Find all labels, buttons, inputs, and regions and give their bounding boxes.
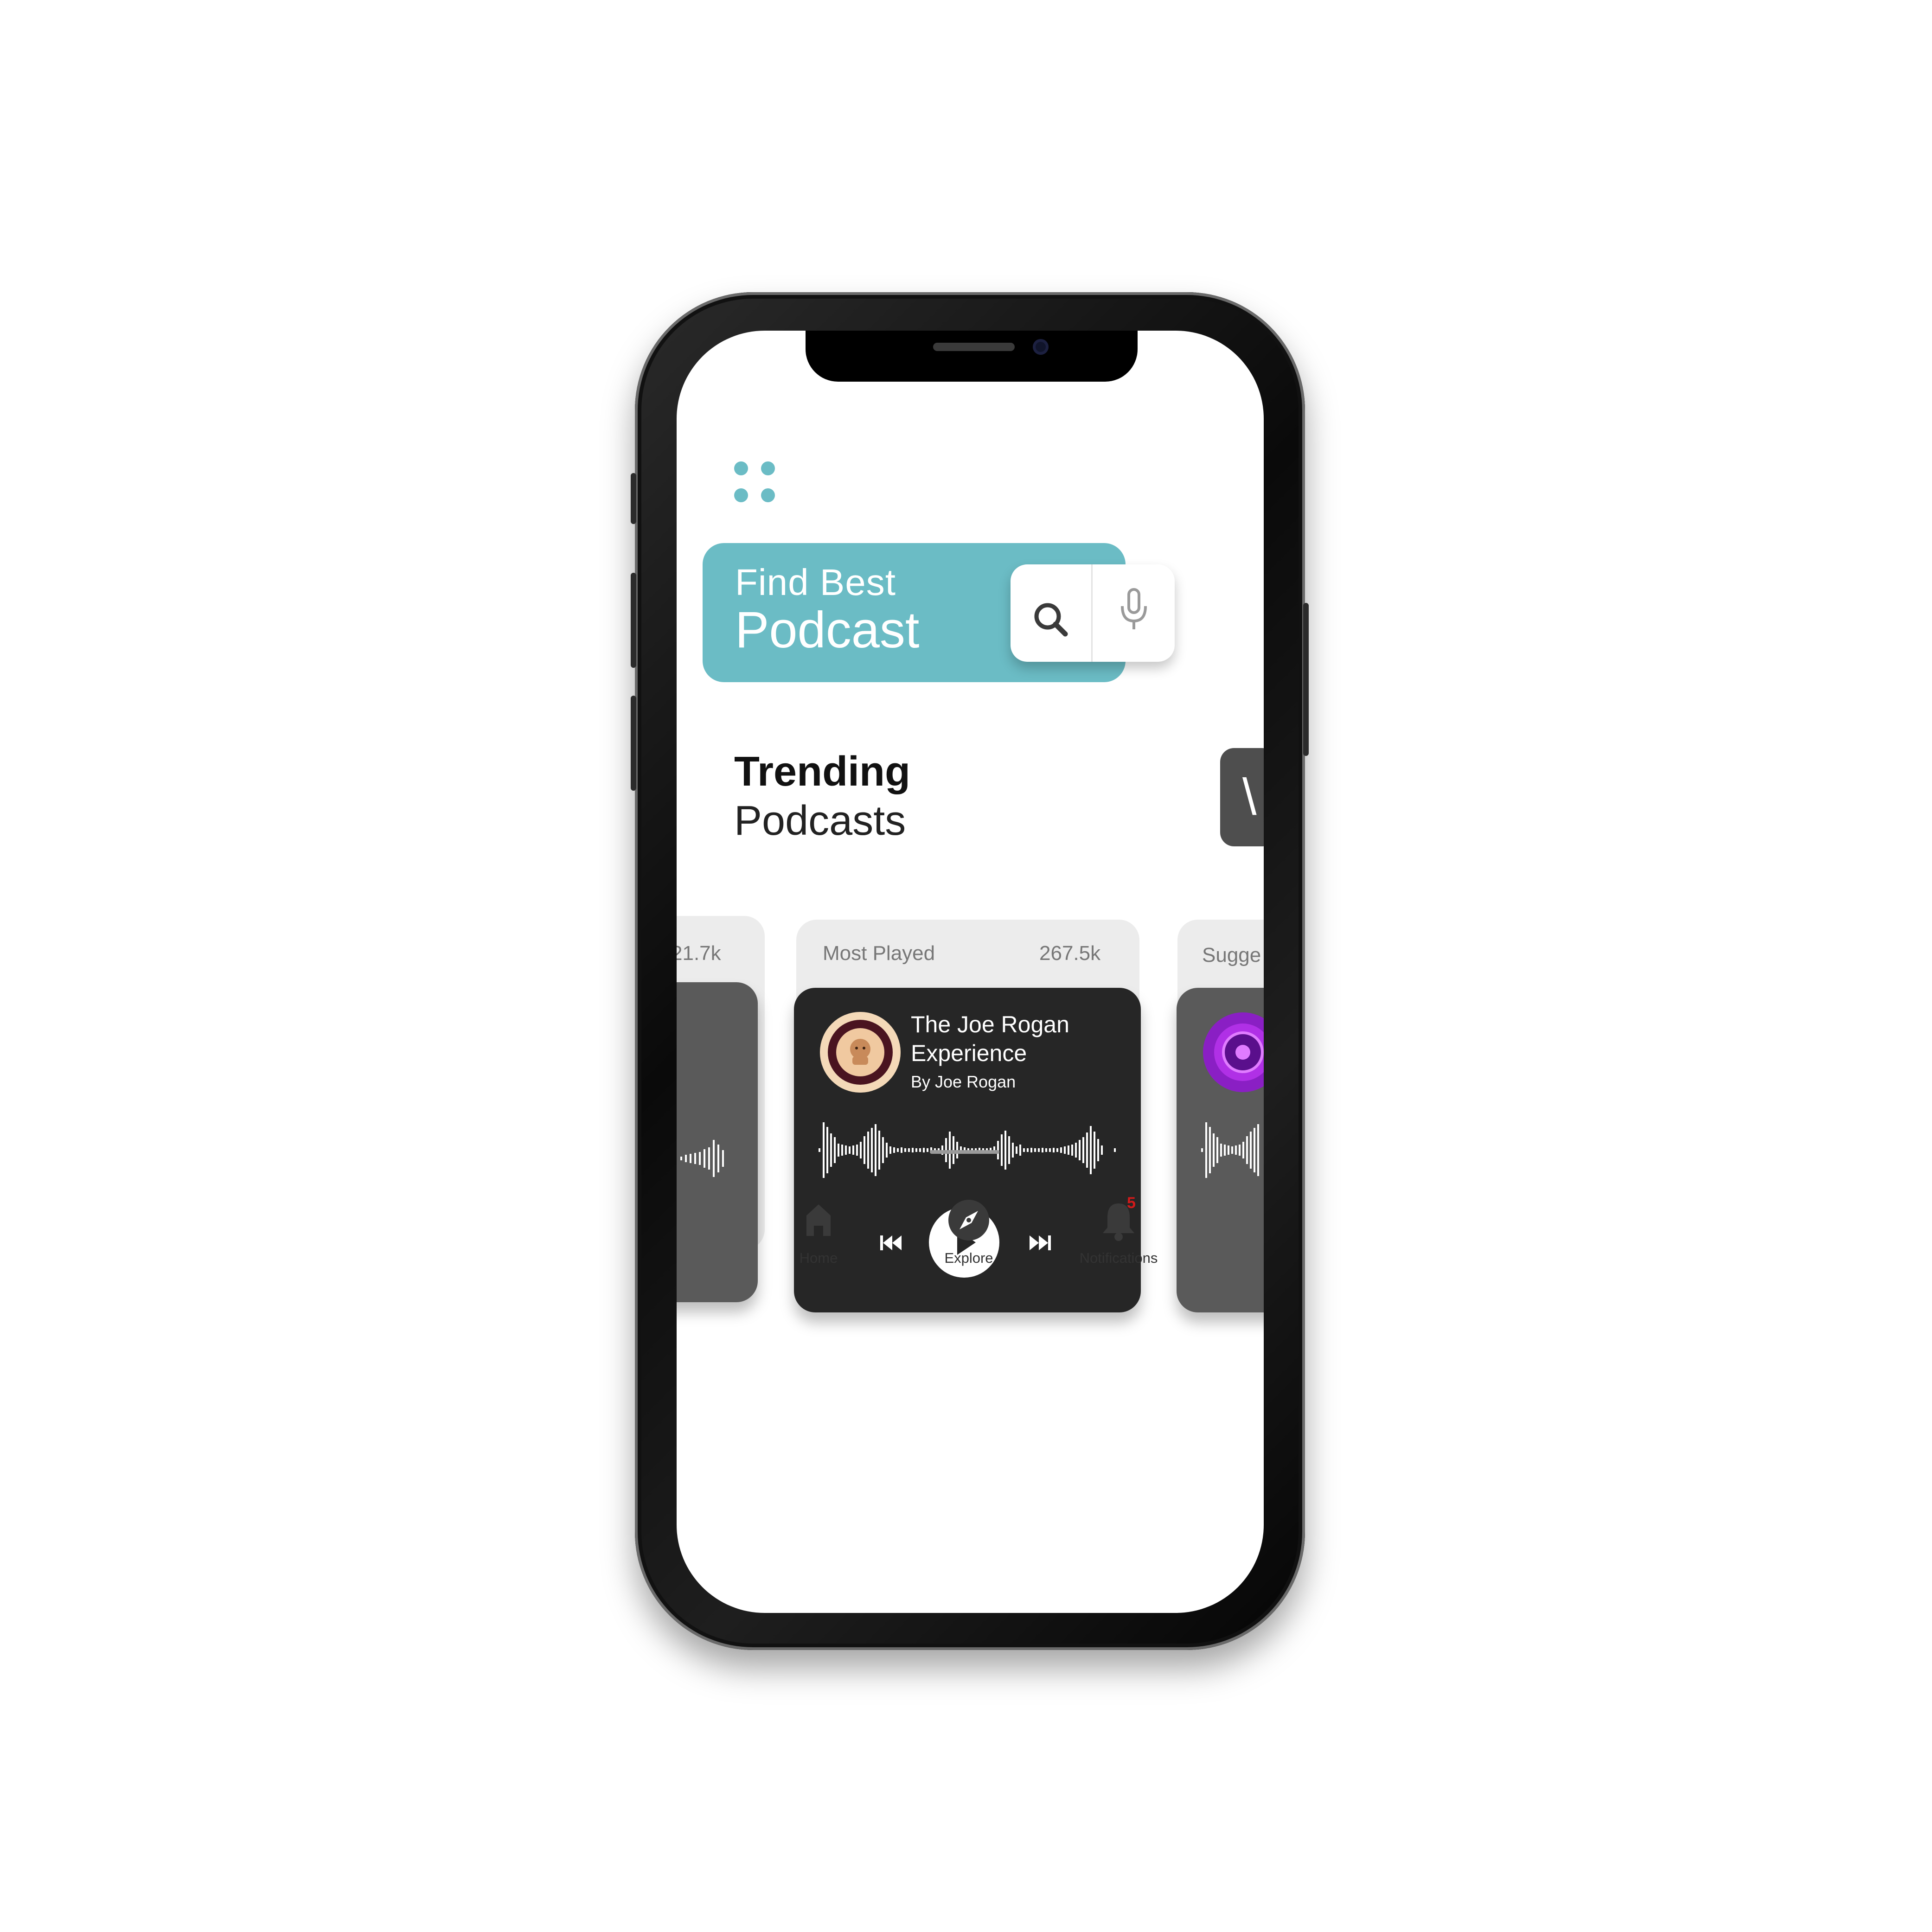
compass-icon [948,1200,989,1241]
podcast-card-right-category: Sugge [1202,944,1261,966]
skip-previous-icon-right [1260,1224,1264,1261]
earpiece-speaker [933,343,1015,351]
podcast-card-left[interactable] [677,982,758,1302]
search-icon [1034,603,1068,637]
podcast-card-category: Most Played [823,942,935,965]
microphone-icon [1121,588,1147,629]
voice-search-button[interactable] [1093,564,1175,662]
search-heading-line2: Podcast [735,601,920,659]
waveform-left [680,1140,724,1177]
podcast-avatar [820,1012,901,1093]
front-camera [1033,339,1049,355]
podcast-author: By Joe Rogan [911,1072,1016,1091]
search-heading-line1: Find Best [735,562,896,603]
section-title-bold: Trending [734,748,910,795]
active-nav-indicator [930,1150,999,1154]
home-icon [806,1204,831,1236]
podcast-card-count: 267.5k [1039,942,1101,965]
skip-previous-button[interactable] [873,1224,910,1264]
app-screen: Find Best Podcast Trending Podcasts \ 21… [677,331,1264,1613]
podcast-logo-image [820,1012,901,1093]
podcast-card-right[interactable] [1177,988,1264,1312]
mute-switch [631,473,636,524]
nav-label-notifications: Notifications [1079,1250,1158,1266]
nav-item-home[interactable]: Home [768,1193,870,1281]
podcast-card-left-count: 21.7k [677,942,721,965]
grid-dots-icon[interactable] [734,461,775,502]
view-all-button[interactable]: \ [1220,748,1264,846]
nav-item-explore[interactable]: Explore [918,1193,1020,1281]
search-action-box [1011,564,1175,662]
volume-up-button [631,573,636,668]
nav-label-explore: Explore [944,1250,993,1266]
waveform-right [1201,1122,1259,1178]
skip-previous-icon [880,1235,902,1250]
section-title-light: Podcasts [734,798,906,844]
skip-next-icon [1030,1235,1051,1250]
search-button[interactable] [1011,564,1091,662]
view-chip-glyph: \ [1242,768,1257,825]
podcast-title: The Joe Rogan Experience [911,1011,1069,1066]
volume-down-button [631,696,636,791]
bell-icon [1103,1203,1134,1241]
notch [806,331,1138,382]
skip-next-button[interactable] [1021,1224,1058,1261]
power-button [1303,603,1309,756]
nav-label-home: Home [799,1250,838,1266]
podcast-logo-image-right [1203,1012,1264,1092]
nav-item-notifications[interactable]: 5 Notifications [1068,1193,1170,1281]
notification-badge: 5 [1127,1194,1136,1212]
